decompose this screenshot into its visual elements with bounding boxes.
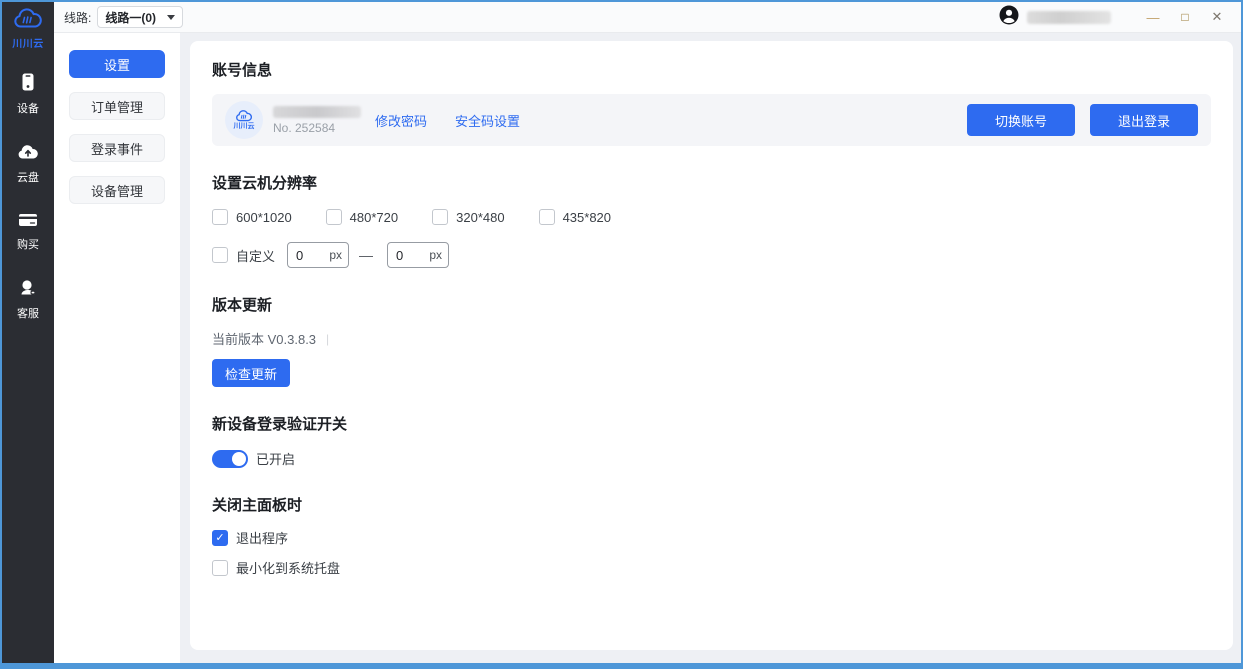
section-title-close-behavior: 关闭主面板时 bbox=[212, 494, 1211, 515]
topbar: 线路: 线路一(0) — □ ✕ bbox=[54, 2, 1241, 33]
resolution-option-435x820[interactable]: 435*820 bbox=[539, 209, 611, 225]
toggle-knob bbox=[232, 452, 246, 466]
range-dash: — bbox=[359, 247, 373, 263]
security-code-link[interactable]: 安全码设置 bbox=[455, 111, 520, 130]
account-number: No. 252584 bbox=[273, 121, 361, 135]
resolution-option-320x480[interactable]: 320*480 bbox=[432, 209, 504, 225]
custom-height-input[interactable] bbox=[396, 248, 426, 263]
settings-menu: 设置 订单管理 登录事件 设备管理 bbox=[54, 33, 180, 663]
resolution-option-480x720[interactable]: 480*720 bbox=[326, 209, 398, 225]
rail-item-support[interactable]: 客服 bbox=[17, 279, 39, 321]
unit-label: px bbox=[429, 248, 442, 262]
customer-service-icon bbox=[19, 279, 37, 302]
maximize-button[interactable]: □ bbox=[1169, 5, 1201, 29]
account-avatar-brand: 川川云 bbox=[234, 121, 255, 131]
change-password-link[interactable]: 修改密码 bbox=[375, 111, 427, 130]
rail-item-label: 购买 bbox=[17, 236, 39, 252]
checkbox-label: 435*820 bbox=[563, 210, 611, 225]
account-panel: 川川云 No. 252584 修改密码 安全码设置 切换账号 退出登录 bbox=[212, 94, 1211, 146]
rail-item-label: 云盘 bbox=[17, 169, 39, 185]
custom-width-field: px bbox=[287, 242, 349, 268]
rail-item-cloud-disk[interactable]: 云盘 bbox=[17, 143, 39, 185]
checkbox-label: 自定义 bbox=[236, 246, 275, 265]
current-version-text: 当前版本 V0.3.8.3 bbox=[212, 329, 316, 348]
close-option-exit[interactable]: ✓ 退出程序 bbox=[212, 528, 1211, 547]
device-icon bbox=[18, 72, 38, 97]
rail-item-devices[interactable]: 设备 bbox=[17, 72, 39, 116]
section-title-account: 账号信息 bbox=[212, 59, 1211, 80]
cloud-upload-icon bbox=[17, 143, 39, 166]
icon-rail: 川川云 设备 云 bbox=[2, 2, 54, 663]
logout-button[interactable]: 退出登录 bbox=[1090, 104, 1198, 136]
line-select-dropdown[interactable]: 线路一(0) bbox=[97, 6, 183, 28]
checkbox[interactable] bbox=[212, 560, 228, 576]
checkbox-label: 480*720 bbox=[350, 210, 398, 225]
checkbox-label: 600*1020 bbox=[236, 210, 292, 225]
menu-item-orders[interactable]: 订单管理 bbox=[69, 92, 165, 120]
cloud-logo-icon bbox=[13, 8, 43, 34]
checkbox[interactable] bbox=[326, 209, 342, 225]
custom-height-field: px bbox=[387, 242, 449, 268]
resolution-option-600x1020[interactable]: 600*1020 bbox=[212, 209, 292, 225]
switch-account-button[interactable]: 切换账号 bbox=[967, 104, 1075, 136]
credit-card-icon bbox=[18, 212, 38, 233]
verification-toggle[interactable] bbox=[212, 450, 248, 468]
menu-item-settings[interactable]: 设置 bbox=[69, 50, 165, 78]
unit-label: px bbox=[329, 248, 342, 262]
section-title-verification: 新设备登录验证开关 bbox=[212, 413, 1211, 434]
rail-nav: 设备 云盘 购买 bbox=[17, 72, 39, 321]
account-avatar: 川川云 bbox=[225, 101, 263, 139]
checkbox-label: 320*480 bbox=[456, 210, 504, 225]
minimize-button[interactable]: — bbox=[1137, 5, 1169, 29]
app-logo: 川川云 bbox=[12, 8, 44, 50]
app-window: 川川云 设备 云 bbox=[0, 0, 1243, 669]
resolution-option-custom[interactable]: 自定义 bbox=[212, 246, 275, 265]
account-username-redacted bbox=[273, 106, 361, 118]
verification-status: 已开启 bbox=[256, 449, 295, 468]
line-select-value: 线路一(0) bbox=[105, 9, 167, 26]
chevron-down-icon bbox=[167, 15, 175, 20]
version-divider: | bbox=[326, 332, 329, 346]
check-update-button[interactable]: 检查更新 bbox=[212, 359, 290, 387]
custom-width-input[interactable] bbox=[296, 248, 326, 263]
menu-item-device-management[interactable]: 设备管理 bbox=[69, 176, 165, 204]
menu-item-login-events[interactable]: 登录事件 bbox=[69, 134, 165, 162]
close-button[interactable]: ✕ bbox=[1201, 5, 1233, 29]
rail-item-buy[interactable]: 购买 bbox=[17, 212, 39, 252]
section-title-resolution: 设置云机分辨率 bbox=[212, 172, 1211, 193]
checkbox[interactable] bbox=[212, 209, 228, 225]
brand-name: 川川云 bbox=[12, 35, 44, 50]
window-controls: — □ ✕ bbox=[1137, 5, 1233, 29]
checkbox-label: 最小化到系统托盘 bbox=[236, 558, 340, 577]
checkbox-checked[interactable]: ✓ bbox=[212, 530, 228, 546]
section-title-version: 版本更新 bbox=[212, 294, 1211, 315]
user-avatar[interactable] bbox=[999, 5, 1019, 30]
line-select-label: 线路: bbox=[64, 9, 91, 26]
settings-card: 账号信息 川川云 No. 252584 bbox=[190, 41, 1233, 650]
rail-item-label: 设备 bbox=[17, 100, 39, 116]
checkbox[interactable] bbox=[212, 247, 228, 263]
close-option-minimize-to-tray[interactable]: 最小化到系统托盘 bbox=[212, 558, 1211, 577]
checkbox[interactable] bbox=[432, 209, 448, 225]
checkbox-label: 退出程序 bbox=[236, 528, 288, 547]
rail-item-label: 客服 bbox=[17, 305, 39, 321]
username-redacted bbox=[1027, 11, 1111, 24]
checkbox[interactable] bbox=[539, 209, 555, 225]
